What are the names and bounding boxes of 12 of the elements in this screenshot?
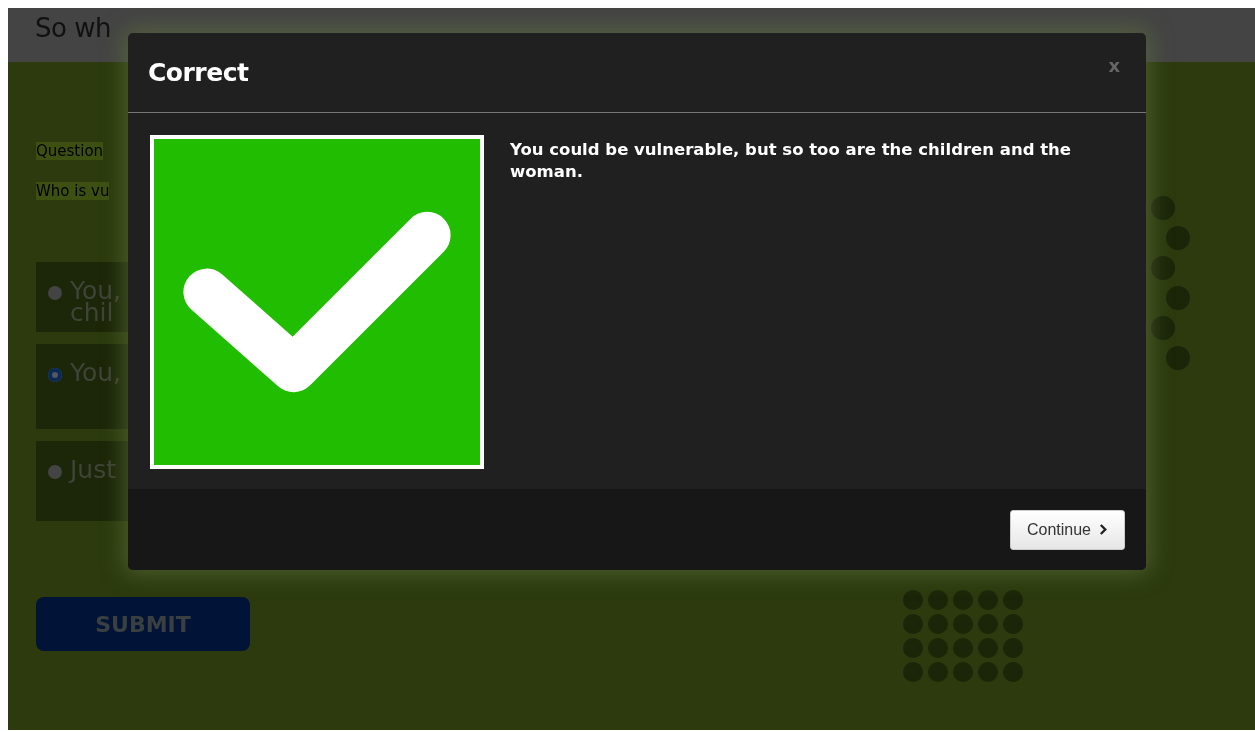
continue-button[interactable]: Continue [1009, 509, 1125, 550]
close-button[interactable]: x [1104, 55, 1124, 76]
chevron-right-icon [1099, 524, 1108, 535]
dialog-title: Correct [148, 58, 249, 87]
checkmark-icon [150, 135, 484, 469]
feedback-message: You could be vulnerable, but so too are the children and the woman. [510, 139, 1073, 183]
radio-button[interactable] [48, 286, 62, 300]
radio-button[interactable] [48, 465, 62, 479]
question-label: Question [36, 142, 104, 160]
radio-button[interactable] [48, 368, 62, 382]
submit-button[interactable]: SUBMIT [36, 597, 250, 651]
question-text: Who is vu [36, 182, 110, 200]
